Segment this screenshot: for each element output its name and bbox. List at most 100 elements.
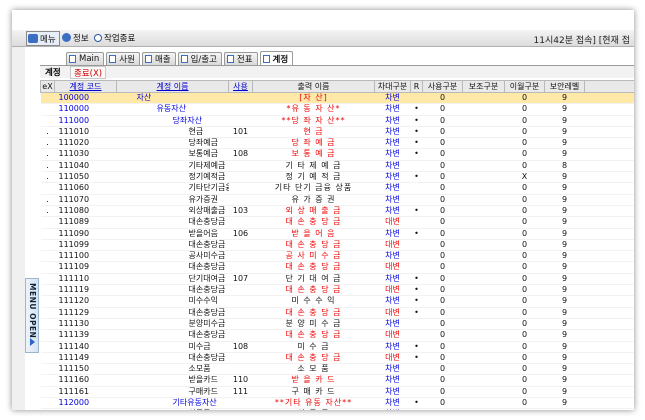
- table-row[interactable]: 111089 대손충당금 대 손 충 당 금 대변 0 0 9: [40, 216, 634, 229]
- cell-aux: [462, 374, 505, 387]
- logout-button[interactable]: 작업종료: [94, 31, 135, 44]
- table-row[interactable]: . 111080 외상매출금 103 외 상 매 출 금 차변 • 0 0 9: [40, 205, 634, 218]
- cell-spacer: [584, 137, 634, 150]
- cell-mark: .: [40, 194, 55, 206]
- cell-use: [228, 160, 253, 173]
- table-row[interactable]: 111110 단기대여금 107 단 기 대 여 금 차변 • 0 0 9: [40, 273, 634, 286]
- cell-mark: [40, 341, 55, 353]
- col-header-aux[interactable]: 보조구분: [462, 80, 505, 93]
- col-header-side[interactable]: 차대구분: [374, 80, 411, 93]
- cell-usage: 0: [422, 273, 463, 286]
- tab-employee[interactable]: 사원: [106, 52, 140, 65]
- cell-name: 단기대여금: [116, 273, 229, 286]
- cell-code: 111129: [54, 307, 117, 319]
- cell-use: 101: [228, 126, 253, 139]
- cell-output-name: 단 기 대 여 금: [252, 273, 375, 286]
- table-row[interactable]: . 111020 당좌예금 당 좌 예 금 차변 • 0 0 9: [40, 137, 634, 150]
- col-header-code[interactable]: 계정 코드: [54, 80, 117, 93]
- col-header-security[interactable]: 보안레벨: [544, 80, 585, 93]
- table-row[interactable]: . 111070 유가증권 유 가 증 권 차변 0 0 9: [40, 194, 634, 206]
- table-row[interactable]: 111160 받을카드 110 받 을 카 드 차변 0 0 9: [40, 374, 634, 387]
- cell-output-name: 현 금: [252, 126, 375, 139]
- table-row[interactable]: 111119 대손충당금 대 손 충 당 금 대변 • 0 0 9: [40, 284, 634, 297]
- cell-aux: [462, 228, 505, 240]
- cell-carry: 0: [504, 284, 545, 297]
- table-row[interactable]: 111109 대손충당금 대 손 충 당 금 대변 0 0 9: [40, 261, 634, 274]
- cell-output-name: 미 수 수 익: [252, 295, 375, 308]
- col-header-name[interactable]: 계정 이름: [116, 80, 229, 93]
- cell-spacer: [584, 194, 634, 206]
- account-table: eX 계정 코드 계정 이름 사용 출력 이름 차대구분 R 사용구분 보조구분…: [40, 80, 634, 410]
- col-header-r[interactable]: R: [410, 80, 423, 93]
- cell-r: [410, 329, 423, 342]
- cell-usage: 0: [422, 250, 463, 263]
- cell-carry: 0: [504, 307, 545, 319]
- table-row[interactable]: 111161 구매카드 111 구 매 카 드 차변 0 0 9: [40, 386, 634, 399]
- table-row[interactable]: 111000 당좌자산 **당 좌 자 산** 차변 • 0 0 9: [40, 115, 634, 127]
- table-row[interactable]: 111099 대손충당금 대 손 충 당 금 대변 0 0 9: [40, 239, 634, 252]
- table-row[interactable]: . 111050 정기예적금 정 기 예 적 금 차변 • 0 X 9: [40, 171, 634, 184]
- table-row[interactable]: 111149 대손충당금 대 손 충 당 금 대변 • 0 0 9: [40, 352, 634, 365]
- tab-account[interactable]: 계정: [259, 51, 294, 65]
- cell-r: [410, 318, 423, 331]
- table-row[interactable]: 100000 자산 [자 산] 차변 0 0 9: [40, 92, 634, 105]
- cell-code: 111140: [54, 341, 117, 353]
- table-row[interactable]: 111139 대손충당금 대 손 충 당 금 대변 0 0 9: [40, 329, 634, 342]
- table-row[interactable]: 111060기타단기금융상품기타 단기 금융 상품차변009: [40, 182, 634, 195]
- table-row[interactable]: 112010선급금선 급 금차변009: [40, 408, 634, 410]
- cell-name: 대손충당금: [116, 216, 229, 229]
- table-row[interactable]: 111130 분양미수금 분 양 미 수 금 차변 0 0 9: [40, 318, 634, 331]
- cell-side: 차변: [374, 103, 411, 116]
- col-header-carry[interactable]: 이월구분: [504, 80, 545, 93]
- menu-open-toggle[interactable]: MENU OPEN: [25, 278, 39, 353]
- cell-code: 111119: [54, 284, 117, 297]
- cell-use: [228, 318, 253, 331]
- tab-main[interactable]: Main: [66, 52, 105, 65]
- table-row[interactable]: . 111040 기타제예금 기 타 제 예 금 차변 0 0 8: [40, 160, 634, 173]
- cell-r: •: [410, 352, 423, 365]
- cell-name: 대손충당금: [116, 261, 229, 274]
- table-row[interactable]: 111090 받을어음 106 받 을 어 음 차변 • 0 0 9: [40, 228, 634, 240]
- tab-inout[interactable]: 입/출고: [177, 52, 222, 65]
- cell-security: 9: [544, 148, 585, 161]
- table-row[interactable]: 111140 미수금 108 미 수 금 차변 • 0 0 9: [40, 341, 634, 353]
- cell-usage: 0: [422, 239, 463, 252]
- cell-side: 차변: [374, 126, 411, 139]
- cell-security: 9: [544, 341, 585, 353]
- info-button[interactable]: 정보: [62, 31, 89, 44]
- table-row[interactable]: 112000 기타유동자산 **기타 유동 자산** 차변 • 0 0 9: [40, 397, 634, 410]
- col-header-use[interactable]: 사용: [228, 80, 253, 93]
- cell-carry: 0: [504, 386, 545, 399]
- subtab-account[interactable]: 계정: [42, 66, 64, 78]
- cell-side: 대변: [374, 352, 411, 365]
- tab-voucher[interactable]: 전표: [223, 52, 258, 65]
- cell-output-name: 대 손 충 당 금: [252, 307, 375, 319]
- table-row[interactable]: . 111030 보통예금 108 보 통 예 금 차변 • 0 0 9: [40, 148, 634, 161]
- col-header-mark[interactable]: eX: [40, 80, 55, 93]
- cell-spacer: [584, 228, 634, 240]
- cell-code: 100000: [54, 92, 117, 105]
- col-header-usage[interactable]: 사용구분: [422, 80, 463, 93]
- table-row[interactable]: 111150 소모품 소 모 품 차변 0 0 9: [40, 363, 634, 376]
- cell-carry: X: [504, 171, 545, 184]
- cell-carry: 0: [504, 194, 545, 206]
- cell-r: [410, 92, 423, 105]
- tab-sales[interactable]: 매출: [141, 52, 176, 65]
- table-row[interactable]: 111129 대손충당금 대 손 충 당 금 대변 • 0 0 9: [40, 307, 634, 319]
- cell-name: 자산: [116, 92, 229, 105]
- cell-code: 111139: [54, 329, 117, 342]
- menu-button[interactable]: 메뉴: [26, 31, 60, 46]
- cell-code: 111160: [54, 374, 117, 387]
- tab-icon: [226, 55, 234, 63]
- col-header-output-name[interactable]: 출력 이름: [252, 80, 375, 93]
- close-button[interactable]: 종료(X): [70, 66, 107, 79]
- cell-name: 현금: [116, 126, 229, 139]
- cell-carry: 0: [504, 341, 545, 353]
- table-row[interactable]: 110000 유동자산 *유 동 자 산* 차변 • 0 0 9: [40, 103, 634, 116]
- cell-aux: [462, 318, 505, 331]
- table-row[interactable]: 111120 미수수익 미 수 수 익 차변 • 0 0 9: [40, 295, 634, 308]
- table-row[interactable]: . 111010 현금 101 현 금 차변 • 0 0 9: [40, 126, 634, 139]
- cell-usage: 0: [422, 341, 463, 353]
- table-row[interactable]: 111100 공사미수금 공 사 미 수 금 차변 0 0 9: [40, 250, 634, 263]
- cell-mark: [40, 239, 55, 252]
